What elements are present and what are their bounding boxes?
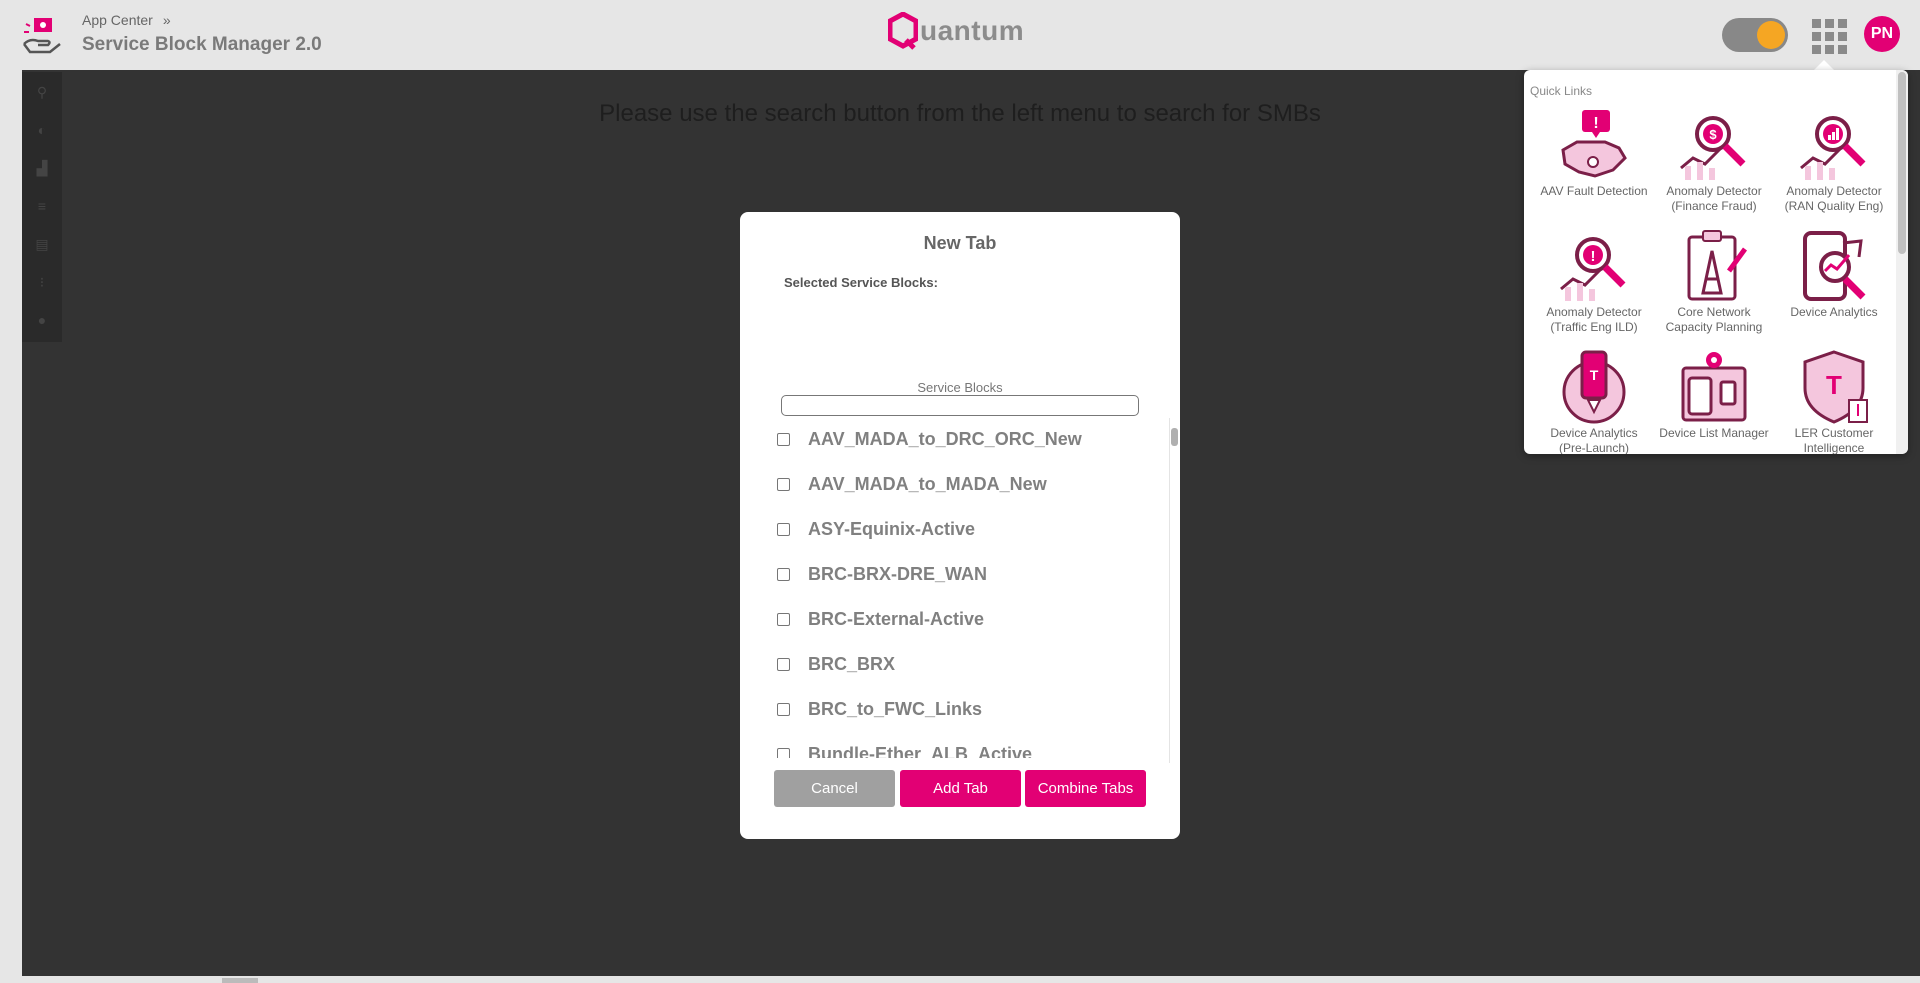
- scrollbar-thumb[interactable]: [1171, 428, 1178, 446]
- quick-link-anomaly-ran[interactable]: Anomaly Detector (RAN Quality Eng): [1778, 106, 1890, 214]
- devices-gear-icon: [1681, 352, 1747, 422]
- search-icon[interactable]: ⚲: [34, 84, 50, 100]
- service-blocks-list: AAV_MADA_to_DRC_ORC_New AAV_MADA_to_MADA…: [774, 424, 1144, 758]
- dialog-title: New Tab: [923, 233, 997, 253]
- list-scrollbar[interactable]: [1169, 418, 1178, 763]
- sun-cloud-icon: [1757, 21, 1785, 49]
- phone-trend-icon: [1803, 231, 1866, 301]
- quick-link-device-list[interactable]: Device List Manager: [1658, 348, 1770, 441]
- service-block-name: AAV_MADA_to_DRC_ORC_New: [808, 428, 1082, 449]
- app-center-logo-icon[interactable]: [20, 14, 64, 56]
- shield-t-icon: T: [1803, 350, 1868, 424]
- checkbox[interactable]: [777, 747, 790, 758]
- selected-service-blocks-label: Selected Service Blocks:: [784, 275, 938, 290]
- service-block-name: Bundle-Ether_ALB_Active: [808, 743, 1033, 759]
- quantum-q-logo-icon: [888, 12, 918, 50]
- service-blocks-search-input[interactable]: [781, 395, 1139, 416]
- svg-text:!: !: [1593, 115, 1598, 132]
- quick-link-label: AAV Fault Detection: [1540, 184, 1648, 198]
- svg-text:!: !: [1591, 248, 1596, 265]
- list-item[interactable]: AAV_MADA_to_DRC_ORC_New: [774, 424, 1082, 454]
- brand-text: uantum: [920, 15, 1025, 46]
- database-icon[interactable]: ≡: [34, 198, 50, 214]
- checkbox[interactable]: [777, 432, 790, 446]
- quick-links-scrollbar[interactable]: [1896, 70, 1908, 454]
- list-item[interactable]: BRC_to_FWC_Links: [774, 694, 982, 724]
- toggle-icon[interactable]: ◐: [34, 122, 50, 138]
- quick-link-label: Device Analytics: [1790, 305, 1878, 319]
- avatar[interactable]: PN: [1864, 16, 1900, 52]
- checkbox[interactable]: [777, 522, 790, 536]
- quick-link-label: Anomaly Detector (RAN Quality Eng): [1784, 184, 1884, 213]
- search-hint-text: Please use the search button from the le…: [599, 100, 1321, 127]
- svg-text:T: T: [1826, 370, 1842, 400]
- user-settings-icon[interactable]: ●: [34, 312, 50, 328]
- quick-link-anomaly-traffic[interactable]: ! Anomaly Detector (Traffic Eng ILD): [1538, 227, 1650, 335]
- svg-text:$: $: [1709, 127, 1717, 142]
- quick-link-core-network[interactable]: Core Network Capacity Planning: [1658, 227, 1770, 335]
- quick-links-panel: Quick Links ! AAV Fault Detection $ Anom…: [1524, 70, 1908, 454]
- left-menu-rail: ⚲ ◐ ▟ ≡ ▤ ⁝ ●: [22, 72, 62, 342]
- new-tab-dialog: New Tab Selected Service Blocks: Service…: [740, 212, 1180, 839]
- theme-toggle[interactable]: [1722, 18, 1788, 52]
- checkbox[interactable]: [777, 612, 790, 626]
- quick-link-aav-fault-detection[interactable]: ! AAV Fault Detection: [1538, 106, 1650, 199]
- scrollbar-thumb[interactable]: [1898, 72, 1906, 254]
- magnifier-signal-icon: [1800, 116, 1866, 180]
- cancel-button[interactable]: Cancel: [774, 770, 895, 807]
- service-blocks-label: Service Blocks: [917, 380, 1003, 395]
- us-map-alert-icon: !: [1561, 110, 1627, 178]
- quick-link-device-analytics[interactable]: Device Analytics: [1778, 227, 1890, 320]
- list-item[interactable]: Bundle-Ether_ALB_Active: [774, 739, 1032, 758]
- app-header: App Center » Service Block Manager 2.0 u…: [0, 0, 1920, 70]
- checkbox[interactable]: [777, 657, 790, 671]
- list-item[interactable]: BRC-BRX-DRE_WAN: [774, 559, 987, 589]
- list-item[interactable]: ASY-Equinix-Active: [774, 514, 975, 544]
- app-launcher-grid-icon[interactable]: [1810, 17, 1847, 54]
- add-tab-button[interactable]: Add Tab: [900, 770, 1021, 807]
- quick-link-device-analytics-prelaunch[interactable]: T Device Analytics (Pre-Launch): [1538, 348, 1650, 454]
- page-title: Service Block Manager 2.0: [82, 34, 322, 55]
- svg-text:T: T: [1590, 367, 1599, 383]
- checkbox[interactable]: [777, 567, 790, 581]
- service-block-name: BRC-BRX-DRE_WAN: [808, 563, 987, 584]
- quick-links-heading: Quick Links: [1530, 84, 1593, 98]
- quick-link-label: Core Network Capacity Planning: [1665, 305, 1763, 334]
- phone-launch-icon: T: [1562, 350, 1626, 424]
- list-item[interactable]: BRC-External-Active: [774, 604, 984, 634]
- quick-link-label: LER Customer Intelligence: [1794, 426, 1874, 454]
- chart-icon[interactable]: ▟: [34, 160, 50, 176]
- service-block-name: BRC-External-Active: [808, 608, 985, 629]
- quick-link-anomaly-finance[interactable]: $ Anomaly Detector (Finance Fraud): [1658, 106, 1770, 214]
- magnifier-dollar-icon: $: [1680, 116, 1746, 180]
- clipboard-icon[interactable]: ▤: [34, 236, 50, 252]
- service-block-name: BRC_BRX: [808, 653, 896, 674]
- scrollbar-thumb[interactable]: [222, 978, 258, 983]
- breadcrumb: App Center »: [82, 12, 171, 28]
- double-chevron-right-icon: »: [162, 12, 171, 28]
- list-item[interactable]: BRC_BRX: [774, 649, 895, 679]
- quick-link-ler-customer[interactable]: T LER Customer Intelligence: [1778, 348, 1890, 454]
- checkbox[interactable]: [777, 477, 790, 491]
- magnifier-alert-icon: !: [1560, 237, 1626, 301]
- list-item[interactable]: AAV_MADA_to_MADA_New: [774, 469, 1047, 499]
- quantum-brand-logo: uantum: [888, 12, 1024, 50]
- horizontal-scrollbar[interactable]: [0, 976, 1920, 983]
- checkbox[interactable]: [777, 702, 790, 716]
- quick-link-label: Anomaly Detector (Finance Fraud): [1666, 184, 1762, 213]
- quick-link-label: Anomaly Detector (Traffic Eng ILD): [1546, 305, 1642, 334]
- combine-tabs-button[interactable]: Combine Tabs: [1025, 770, 1146, 807]
- clipboard-tower-icon: [1687, 230, 1748, 301]
- quick-link-label: Device Analytics (Pre-Launch): [1550, 426, 1638, 454]
- service-block-name: ASY-Equinix-Active: [808, 518, 976, 539]
- dashboard-icon[interactable]: ⁝: [34, 274, 50, 290]
- quick-link-label: Device List Manager: [1659, 426, 1769, 440]
- service-block-name: BRC_to_FWC_Links: [808, 698, 983, 719]
- breadcrumb-app-center[interactable]: App Center: [82, 12, 153, 28]
- service-block-name: AAV_MADA_to_MADA_New: [808, 473, 1047, 494]
